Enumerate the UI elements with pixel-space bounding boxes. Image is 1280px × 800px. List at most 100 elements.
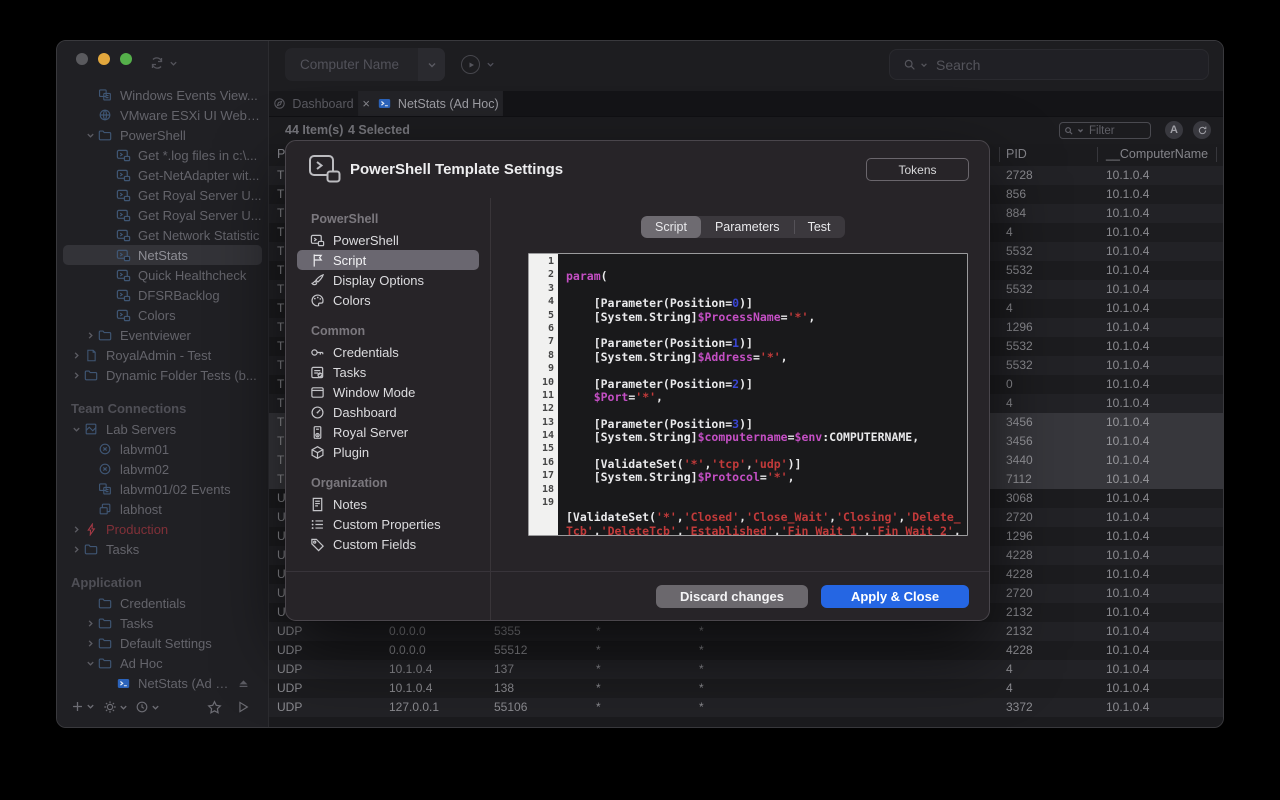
add-button[interactable]: [71, 700, 95, 713]
dialog-nav-section-organization: Organization: [311, 476, 490, 490]
sidebar-item-quick-healthcheck[interactable]: Quick Healthcheck: [63, 265, 262, 285]
search-box[interactable]: [889, 49, 1209, 80]
chevron-down-icon[interactable]: [83, 656, 97, 670]
filter-box[interactable]: [1059, 122, 1151, 139]
dialog-nav-display-options[interactable]: Display Options: [297, 270, 479, 290]
favorites-star-button[interactable]: [207, 700, 222, 715]
sidebar-item-labvm01[interactable]: labvm01: [63, 439, 262, 459]
chevron-down-icon[interactable]: [69, 422, 83, 436]
sidebar-item-production[interactable]: Production: [63, 519, 262, 539]
table-row[interactable]: UDP10.1.0.4138**410.1.0.4: [269, 679, 1223, 698]
sidebar-item-lab-servers[interactable]: Lab Servers: [63, 419, 262, 439]
sidebar-item-eventviewer[interactable]: Eventviewer: [63, 325, 262, 345]
chevron-down-icon[interactable]: [920, 61, 928, 69]
sidebar-item-windows-events-view[interactable]: Windows Events View...: [63, 85, 262, 105]
sidebar-item-get-log-files-in-c[interactable]: Get *.log files in c:\...: [63, 145, 262, 165]
close-tab-icon[interactable]: ×: [362, 97, 370, 110]
play-icon[interactable]: [461, 55, 480, 74]
chevron-down-icon[interactable]: [1077, 127, 1084, 134]
chevron-down-icon[interactable]: [418, 48, 445, 81]
dialog-nav-script[interactable]: Script: [297, 250, 479, 270]
chevron-right-icon[interactable]: [69, 348, 83, 362]
chevron-right-icon[interactable]: [69, 522, 83, 536]
code-pane[interactable]: param( [Parameter(Position=0)] [System.S…: [558, 254, 967, 535]
sidebar-item-get-royal-server-u[interactable]: Get Royal Server U...: [63, 205, 262, 225]
run-command-control[interactable]: [461, 55, 495, 74]
connect-play-button[interactable]: [236, 700, 250, 714]
column-divider[interactable]: [1097, 147, 1098, 162]
table-row[interactable]: UDP0.0.0.05355**213210.1.0.4: [269, 622, 1223, 641]
dialog-nav-window-mode[interactable]: Window Mode: [297, 382, 479, 402]
minimize-window-button[interactable]: [98, 53, 110, 65]
zoom-window-button[interactable]: [120, 53, 132, 65]
sidebar-item-get-netadapter-wit[interactable]: Get-NetAdapter wit...: [63, 165, 262, 185]
sidebar-item-tasks[interactable]: Tasks: [63, 539, 262, 559]
column-divider[interactable]: [999, 147, 1000, 162]
chevron-right-icon[interactable]: [83, 328, 97, 342]
history-button[interactable]: [135, 700, 160, 714]
dialog-nav-powershell[interactable]: PowerShell: [297, 230, 479, 250]
dialog-nav-plugin[interactable]: Plugin: [297, 442, 479, 462]
sidebar-item-ad-hoc[interactable]: Ad Hoc: [63, 653, 262, 673]
sidebar-item-labhost[interactable]: labhost: [63, 499, 262, 519]
script-editor[interactable]: 12345678910111213141516171819 param( [Pa…: [528, 253, 968, 536]
dialog-nav-section-powershell: PowerShell: [311, 212, 490, 226]
chevron-right-icon[interactable]: [69, 542, 83, 556]
dialog-nav-credentials[interactable]: Credentials: [297, 342, 479, 362]
computer-name-dropdown[interactable]: Computer Name: [285, 48, 445, 81]
sidebar-item-netstats-ad-hoc[interactable]: NetStats (Ad Hoc): [63, 673, 262, 693]
filter-input[interactable]: [1087, 124, 1149, 138]
vm-icon: [97, 461, 113, 477]
eject-icon[interactable]: [237, 677, 250, 690]
refresh-button[interactable]: [1193, 121, 1211, 139]
close-window-button[interactable]: [76, 53, 88, 65]
column-header-pid[interactable]: PID: [1006, 147, 1027, 161]
font-size-button[interactable]: A: [1165, 121, 1183, 139]
tab-netstats-ad-hoc[interactable]: ×NetStats (Ad Hoc): [359, 91, 503, 116]
code-line: [566, 256, 967, 269]
dialog-nav-notes[interactable]: Notes: [297, 494, 479, 514]
sidebar-item-royaladmin-test[interactable]: RoyalAdmin - Test: [63, 345, 262, 365]
sidebar-item-labvm02[interactable]: labvm02: [63, 459, 262, 479]
dialog-nav-colors[interactable]: Colors: [297, 290, 479, 310]
apply-close-button[interactable]: Apply & Close: [821, 585, 969, 608]
sidebar-item-get-network-statistic[interactable]: Get Network Statistic: [63, 225, 262, 245]
powershell-template-settings-dialog: PowerShell Template Settings Tokens Powe…: [285, 140, 990, 621]
sidebar-item-netstats[interactable]: NetStats: [63, 245, 262, 265]
sidebar-item-dfsrbacklog[interactable]: DFSRBacklog: [63, 285, 262, 305]
sidebar-item-colors[interactable]: Colors: [63, 305, 262, 325]
sidebar-item-get-royal-server-u[interactable]: Get Royal Server U...: [63, 185, 262, 205]
table-row[interactable]: UDP10.1.0.4137**410.1.0.4: [269, 660, 1223, 679]
dialog-tab-parameters[interactable]: Parameters: [701, 216, 794, 238]
tab-dashboard[interactable]: Dashboard: [269, 91, 359, 116]
column-divider[interactable]: [1216, 147, 1217, 162]
sidebar-item-vmware-esxi-ui-webp[interactable]: VMware ESXi UI WebP...: [63, 105, 262, 125]
dialog-nav-tasks[interactable]: Tasks: [297, 362, 479, 382]
dialog-nav-dashboard[interactable]: Dashboard: [297, 402, 479, 422]
chevron-right-icon[interactable]: [69, 368, 83, 382]
sidebar-item-labvm01-02-events[interactable]: labvm01/02 Events: [63, 479, 262, 499]
table-row[interactable]: UDP0.0.0.055512**422810.1.0.4: [269, 641, 1223, 660]
tokens-button[interactable]: Tokens: [866, 158, 969, 181]
table-row[interactable]: UDP127.0.0.155106**337210.1.0.4: [269, 698, 1223, 717]
sidebar-item-default-settings[interactable]: Default Settings: [63, 633, 262, 653]
search-input[interactable]: [934, 56, 1138, 74]
chevron-right-icon[interactable]: [83, 636, 97, 650]
settings-button[interactable]: [103, 700, 128, 714]
plugin-icon: [310, 445, 325, 460]
chevron-down-icon[interactable]: [83, 128, 97, 142]
dialog-nav-custom-properties[interactable]: Custom Properties: [297, 514, 479, 534]
dialog-nav-custom-fields[interactable]: Custom Fields: [297, 534, 479, 554]
discard-changes-button[interactable]: Discard changes: [656, 585, 808, 608]
sidebar-item-credentials[interactable]: Credentials: [63, 593, 262, 613]
sidebar-item-tasks[interactable]: Tasks: [63, 613, 262, 633]
column-header-computername[interactable]: __ComputerName: [1106, 147, 1208, 161]
sidebar-item-dynamic-folder-tests-b[interactable]: Dynamic Folder Tests (b...: [63, 365, 262, 385]
chevron-down-icon[interactable]: [486, 60, 495, 69]
dialog-tab-script[interactable]: Script: [641, 216, 701, 238]
chevron-right-icon[interactable]: [83, 616, 97, 630]
dialog-nav-royal-server[interactable]: Royal Server: [297, 422, 479, 442]
sidebar-item-powershell[interactable]: PowerShell: [63, 125, 262, 145]
sync-menu-button[interactable]: [149, 55, 178, 71]
dialog-tab-test[interactable]: Test: [794, 216, 845, 238]
